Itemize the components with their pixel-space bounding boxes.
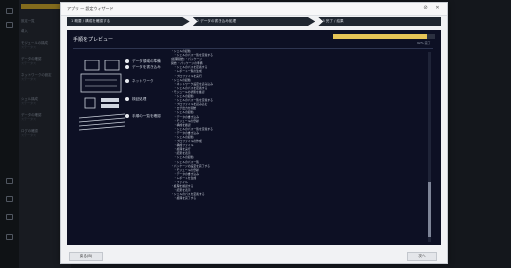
log-line: ・処理を完了する xyxy=(171,196,197,201)
content-panel: 手順をプレビュー 92% 完了 データ領域の準備 データを書き込み ネットワーク… xyxy=(67,30,441,245)
progress-bar xyxy=(333,34,435,39)
option-item[interactable]: データ領域の準備 xyxy=(125,59,161,64)
radio-dot-icon xyxy=(125,65,129,69)
option-item[interactable]: 検証処理 xyxy=(125,97,146,102)
content-title: 手順をプレビュー xyxy=(73,37,114,43)
dialog-title: アプリ — 設定ウィザード xyxy=(67,6,114,11)
scrollbar[interactable] xyxy=(428,52,431,242)
next-button[interactable]: 次へ xyxy=(407,252,437,261)
wizard-step-3: 3 完了 / 結果 xyxy=(318,17,442,26)
dialog-titlebar: アプリ — 設定ウィザード ⊘ ✕ xyxy=(61,3,447,16)
wizard-step-2: 2 データの書き込み処理 xyxy=(192,17,316,26)
radio-dot-icon xyxy=(125,97,129,101)
help-icon[interactable]: ⊘ xyxy=(422,5,429,12)
close-icon[interactable]: ✕ xyxy=(434,5,441,12)
back-button[interactable]: 戻る(B) xyxy=(69,252,103,261)
wizard-steps: 1 概要 / 構成を確認する 2 データの書き込み処理 3 完了 / 結果 xyxy=(67,17,442,26)
radio-dot-icon xyxy=(125,114,129,118)
radio-dot-icon xyxy=(125,59,129,63)
scrollbar-thumb[interactable] xyxy=(428,182,431,237)
progress-label: 92% 完了 xyxy=(417,41,431,45)
wizard-dialog: アプリ — 設定ウィザード ⊘ ✕ 1 概要 / 構成を確認する 2 データの書… xyxy=(60,2,448,264)
progress-fill xyxy=(333,34,427,39)
option-item[interactable]: ネットワーク xyxy=(125,79,154,84)
radio-dot-icon xyxy=(125,79,129,83)
wizard-step-1: 1 概要 / 構成を確認する xyxy=(67,17,190,26)
structure-diagram-icon xyxy=(79,60,125,131)
option-item[interactable]: 手順の一覧を確認 xyxy=(125,114,161,119)
log-list: ・シェルの起動 ・シェルのパス一覧を定義する [処理開始] ・パッケージ 開始 ・パ… xyxy=(171,49,421,245)
option-item[interactable]: データを書き込み xyxy=(125,65,161,70)
